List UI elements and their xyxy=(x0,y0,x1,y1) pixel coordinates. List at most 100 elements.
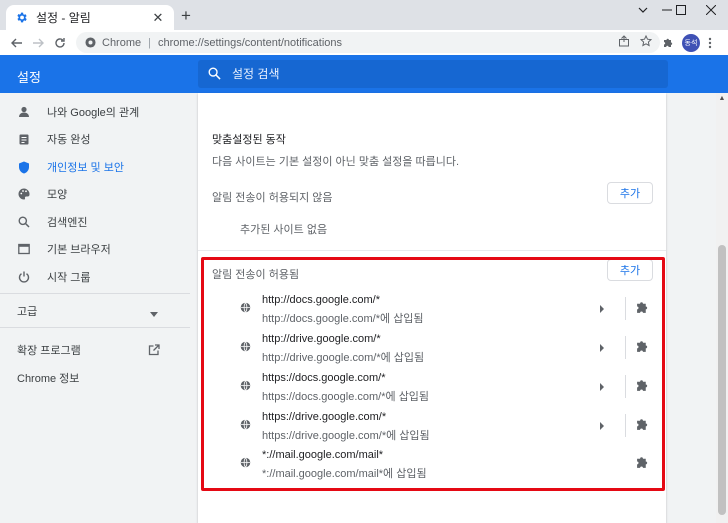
chevron-right-icon[interactable] xyxy=(598,302,608,313)
row-separator xyxy=(625,375,626,398)
add-blocked-site-button[interactable]: 추가 xyxy=(607,182,653,204)
sidebar-item-search-engine[interactable]: 검색엔진 xyxy=(0,209,190,235)
address-bar[interactable]: Chrome | chrome://settings/content/notif… xyxy=(76,32,660,53)
content-area: 나와 Google의 관계 자동 완성 개인정보 및 보안 모양 검색엔진 기본… xyxy=(0,93,728,523)
extension-puzzle-icon[interactable] xyxy=(636,301,650,315)
chevron-right-icon[interactable] xyxy=(598,380,608,391)
omnibox-origin: Chrome xyxy=(102,36,142,49)
extension-puzzle-icon[interactable] xyxy=(636,418,650,432)
site-host: https://drive.google.com/* xyxy=(262,411,387,423)
extension-puzzle-icon[interactable] xyxy=(636,379,650,393)
site-embedded-text: https://docs.google.com/*에 삽입됨 xyxy=(262,391,430,403)
sidebar-item-about[interactable]: Chrome 정보 xyxy=(0,365,190,391)
page-scrollbar[interactable]: ▲ xyxy=(716,93,728,523)
sidebar-item-on-startup[interactable]: 시작 그룹 xyxy=(0,264,190,290)
sidebar-item-autofill[interactable]: 자동 완성 xyxy=(0,126,190,152)
sidebar-item-label: 모양 xyxy=(47,189,68,201)
extension-puzzle-icon[interactable] xyxy=(636,456,650,470)
scroll-up-arrow-icon[interactable]: ▲ xyxy=(718,95,726,103)
search-box[interactable] xyxy=(198,60,668,88)
custom-section-desc: 다음 사이트는 기본 설정이 아닌 맞춤 설정을 따릅니다. xyxy=(212,156,460,168)
site-embedded-text: http://drive.google.com/*에 삽입됨 xyxy=(262,352,425,364)
globe-icon xyxy=(240,419,251,430)
settings-header: 설정 xyxy=(0,55,728,93)
tab-close-icon[interactable]: ✕ xyxy=(150,10,166,26)
clipboard-icon xyxy=(17,132,31,146)
extension-puzzle-icon[interactable] xyxy=(636,340,650,354)
back-arrow-icon[interactable] xyxy=(6,32,28,54)
sidebar-item-appearance[interactable]: 모양 xyxy=(0,181,190,207)
row-separator xyxy=(625,297,626,320)
section-divider xyxy=(198,250,666,251)
external-link-icon xyxy=(148,344,160,359)
omnibox-url: chrome://settings/content/notifications xyxy=(157,36,343,49)
row-separator xyxy=(625,414,626,437)
close-window-icon[interactable] xyxy=(694,0,728,20)
sidebar-divider xyxy=(0,327,190,328)
tab-title: 설정 - 알림 xyxy=(36,11,91,25)
browser-window-icon xyxy=(17,242,31,256)
site-host: http://drive.google.com/* xyxy=(262,333,381,345)
new-tab-button[interactable]: + xyxy=(178,7,194,24)
share-icon[interactable] xyxy=(618,35,630,50)
maximize-icon[interactable] xyxy=(664,0,698,20)
avatar: 동석 xyxy=(682,34,700,52)
scroll-thumb[interactable] xyxy=(718,245,726,515)
search-icon xyxy=(208,67,222,81)
site-row[interactable]: https://drive.google.com/* https://drive… xyxy=(198,406,666,445)
sidebar-item-google[interactable]: 나와 Google의 관계 xyxy=(0,99,190,125)
site-host: https://docs.google.com/* xyxy=(262,372,386,384)
sidebar-about-label: Chrome 정보 xyxy=(17,373,80,385)
tab-settings[interactable]: 설정 - 알림 ✕ xyxy=(6,5,174,30)
sidebar-item-label: 개인정보 및 보안 xyxy=(47,162,124,174)
palette-icon xyxy=(17,187,31,201)
sidebar-item-label: 나와 Google의 관계 xyxy=(47,107,140,119)
site-row[interactable]: http://drive.google.com/* http://drive.g… xyxy=(198,328,666,367)
sidebar: 나와 Google의 관계 자동 완성 개인정보 및 보안 모양 검색엔진 기본… xyxy=(0,93,190,523)
search-input[interactable] xyxy=(232,67,632,81)
page-title: 설정 xyxy=(17,70,41,85)
sidebar-item-default-browser[interactable]: 기본 브라우저 xyxy=(0,236,190,262)
site-row[interactable]: https://docs.google.com/* https://docs.g… xyxy=(198,367,666,406)
sidebar-item-label: 자동 완성 xyxy=(47,134,91,146)
site-host: http://docs.google.com/* xyxy=(262,294,381,306)
forward-arrow-icon[interactable] xyxy=(27,32,49,54)
extensions-puzzle-icon[interactable] xyxy=(662,33,674,53)
search-icon xyxy=(17,215,31,229)
gear-icon xyxy=(14,11,28,25)
chevron-right-icon[interactable] xyxy=(598,341,608,352)
power-icon xyxy=(17,270,31,284)
sidebar-item-advanced[interactable]: 고급 xyxy=(0,298,190,324)
browser-toolbar: Chrome | chrome://settings/content/notif… xyxy=(0,30,728,55)
site-embedded-text: *://mail.google.com/mail*에 삽입됨 xyxy=(262,468,427,480)
sidebar-advanced-label: 고급 xyxy=(17,306,38,318)
allowed-section-title: 알림 전송이 허용됨 xyxy=(212,269,300,281)
bookmark-star-icon[interactable] xyxy=(639,34,653,50)
sidebar-item-privacy[interactable]: 개인정보 및 보안 xyxy=(0,154,190,180)
sidebar-item-extensions[interactable]: 확장 프로그램 xyxy=(0,337,190,363)
custom-section-title: 맞춤설정된 동작 xyxy=(212,134,286,146)
sidebar-item-label: 기본 브라우저 xyxy=(47,244,111,256)
tab-strip: 설정 - 알림 ✕ + xyxy=(0,0,728,30)
sidebar-item-label: 시작 그룹 xyxy=(47,272,91,284)
sidebar-divider xyxy=(0,293,190,294)
blocked-empty-text: 추가된 사이트 없음 xyxy=(240,224,328,236)
menu-kebab-icon[interactable] xyxy=(708,33,712,53)
globe-icon xyxy=(240,457,251,468)
chevron-right-icon[interactable] xyxy=(598,419,608,430)
shield-icon xyxy=(17,160,31,174)
profile-avatar[interactable]: 동석 xyxy=(682,33,700,53)
add-allowed-site-button[interactable]: 추가 xyxy=(607,259,653,281)
site-embedded-text: http://docs.google.com/*에 삽입됨 xyxy=(262,313,424,325)
reload-icon[interactable] xyxy=(49,32,71,54)
site-row[interactable]: *://mail.google.com/mail* *://mail.googl… xyxy=(198,444,666,483)
site-row[interactable]: http://docs.google.com/* http://docs.goo… xyxy=(198,289,666,328)
globe-icon xyxy=(240,341,251,352)
notifications-card: 맞춤설정된 동작 다음 사이트는 기본 설정이 아닌 맞춤 설정을 따릅니다. … xyxy=(198,93,666,523)
site-host: *://mail.google.com/mail* xyxy=(262,449,384,461)
blocked-section-title: 알림 전송이 허용되지 않음 xyxy=(212,192,333,204)
caret-down-icon xyxy=(150,307,158,321)
person-icon xyxy=(17,105,31,119)
sidebar-item-label: 검색엔진 xyxy=(47,217,88,229)
globe-icon xyxy=(240,302,251,313)
